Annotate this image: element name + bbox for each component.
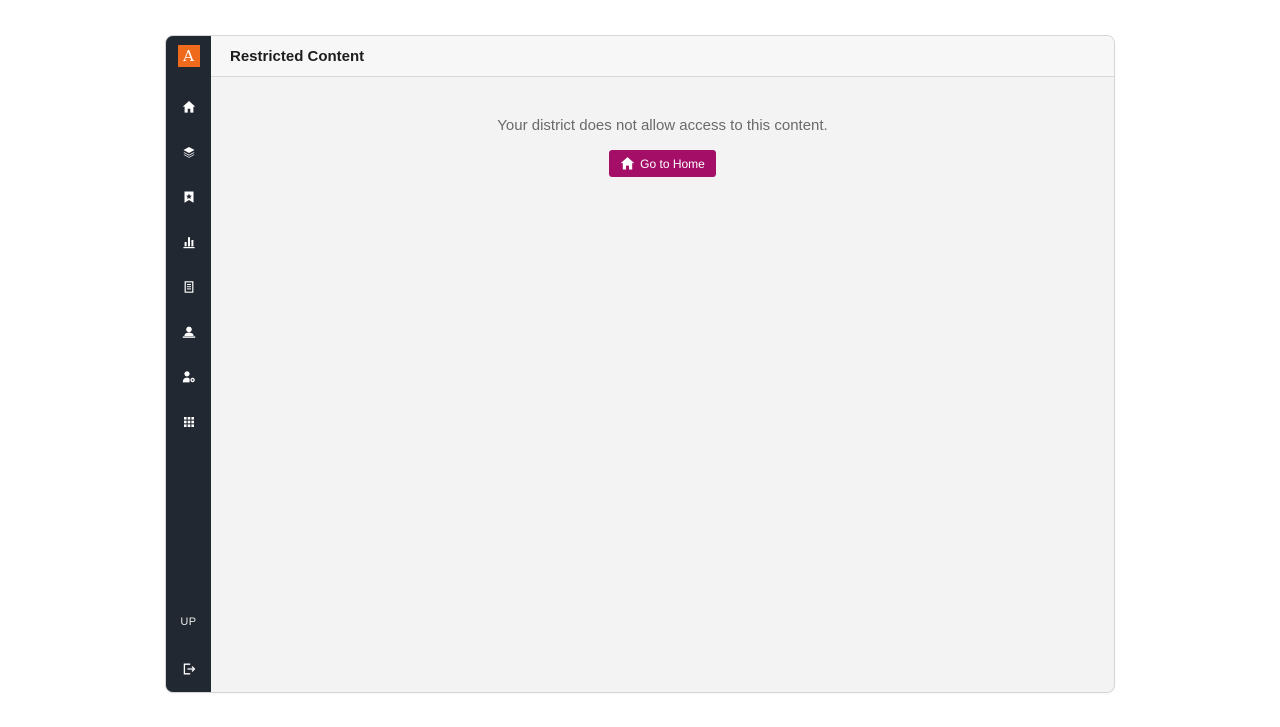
user-settings-icon (182, 370, 195, 382)
sidebar-footer: UP (166, 600, 211, 692)
sidebar: A UP (166, 36, 211, 692)
sidebar-item-home[interactable] (166, 84, 211, 129)
sidebar-item-apps[interactable] (166, 399, 211, 444)
sidebar-item-classes[interactable] (166, 309, 211, 354)
home-icon (182, 100, 195, 113)
sidebar-nav (166, 84, 211, 444)
logout-button[interactable] (166, 645, 211, 692)
app-window: A UP Restricted Content Your district do… (165, 35, 1115, 693)
sidebar-item-reports[interactable] (166, 219, 211, 264)
go-to-home-label: Go to Home (640, 156, 705, 171)
sidebar-item-user-management[interactable] (166, 354, 211, 399)
teacher-icon (182, 326, 195, 338)
restricted-content-panel: Your district does not allow access to t… (211, 77, 1114, 692)
layers-icon (183, 146, 194, 158)
sidebar-item-bookmarks[interactable] (166, 174, 211, 219)
page-header: Restricted Content (211, 36, 1114, 77)
apps-grid-icon (183, 416, 194, 427)
sidebar-item-library[interactable] (166, 129, 211, 174)
logout-icon (183, 663, 195, 674)
user-avatar[interactable]: UP (180, 600, 196, 645)
restricted-message: Your district does not allow access to t… (497, 117, 828, 134)
home-icon (620, 157, 635, 170)
page-title: Restricted Content (230, 47, 365, 65)
document-icon (184, 280, 193, 293)
sidebar-item-documents[interactable] (166, 264, 211, 309)
bookmark-icon (184, 191, 193, 203)
bar-chart-icon (182, 236, 195, 248)
app-logo[interactable]: A (177, 45, 200, 67)
main-panel: Restricted Content Your district does no… (211, 36, 1114, 692)
go-to-home-button[interactable]: Go to Home (609, 150, 716, 177)
